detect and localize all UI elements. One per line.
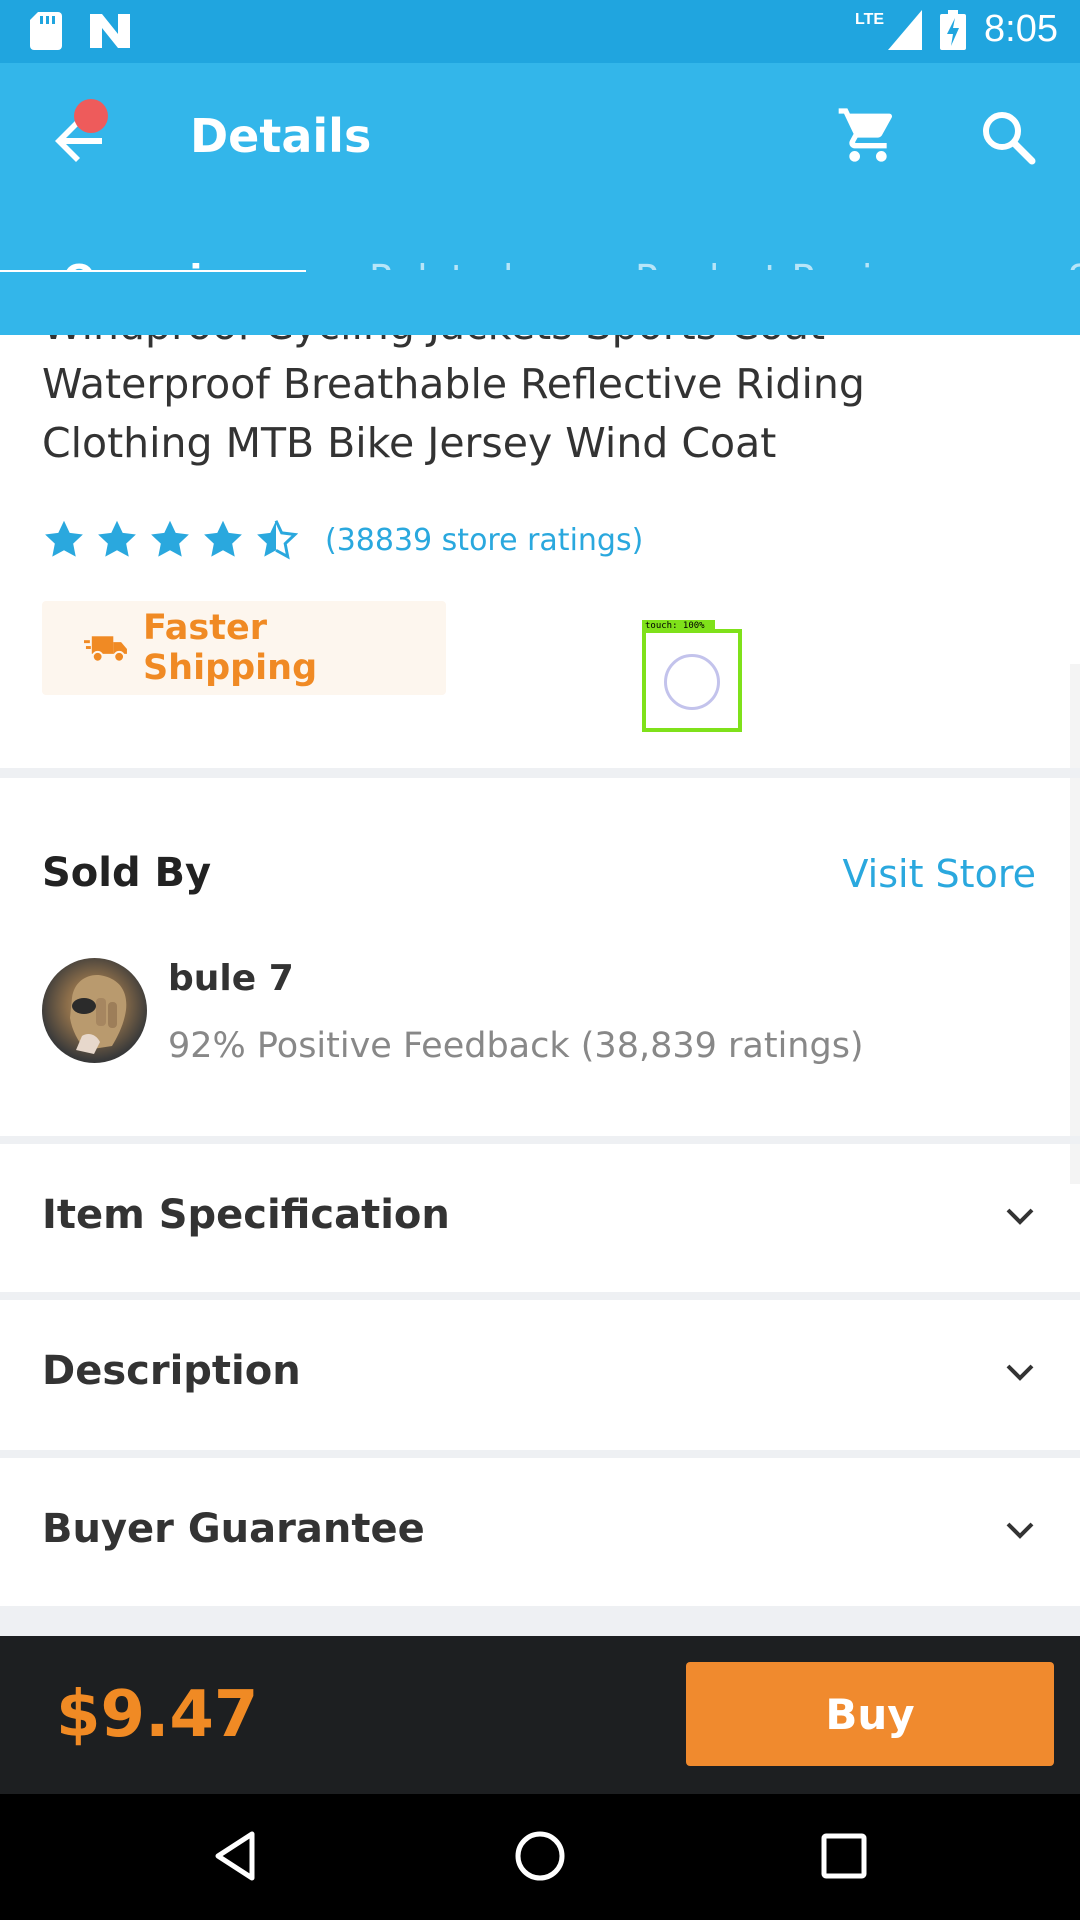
chevron-down-icon: [1006, 1364, 1034, 1381]
product-title: Windproof Cycling Jackets Sports Coat Wa…: [42, 301, 865, 467]
ratings-count[interactable]: (38839 store ratings): [325, 523, 643, 558]
seller-avatar[interactable]: [42, 958, 147, 1063]
rating-row[interactable]: (38839 store ratings): [42, 514, 643, 566]
glove-image: [70, 974, 127, 1054]
signal-icon: [888, 9, 923, 50]
divider: [0, 1136, 1080, 1144]
star-full-icon: [98, 520, 136, 557]
search-button[interactable]: [978, 107, 1038, 167]
seller-feedback: 92% Positive Feedback (38,839 ratings): [168, 1026, 864, 1066]
section-label: Description: [42, 1348, 301, 1394]
section-label: Buyer Guarantee: [42, 1506, 425, 1552]
shipping-label: Faster Shipping: [142, 608, 318, 688]
visit-store-link[interactable]: Visit Store: [843, 852, 1037, 896]
battery-charging-icon: [940, 9, 967, 50]
divider: [0, 768, 1080, 778]
chevron-down-icon: [1006, 1522, 1034, 1539]
divider: [0, 1606, 1080, 1636]
tab-product-reviews[interactable]: Product Reviews: [635, 257, 947, 301]
clock: 8:05: [984, 8, 1058, 50]
section-label: Item Specification: [42, 1192, 450, 1238]
buy-button[interactable]: Buy: [686, 1662, 1054, 1766]
divider: [0, 1450, 1080, 1458]
system-nav-bar: [0, 1794, 1080, 1920]
page-title: Details: [190, 109, 372, 163]
truck-icon: [84, 636, 127, 663]
sold-by-heading: Sold By: [42, 850, 212, 896]
star-full-icon: [151, 520, 189, 557]
n-logo-icon: [90, 14, 130, 48]
status-bar: LTE 8:05: [0, 0, 1080, 63]
cart-icon: [838, 108, 893, 162]
divider: [0, 1292, 1080, 1300]
touch-indicator-circle: [664, 654, 720, 710]
star-full-icon: [204, 520, 242, 557]
star-full-icon: [45, 520, 83, 557]
nav-recents-icon[interactable]: [814, 1826, 874, 1886]
sd-card-icon: [30, 12, 62, 50]
tab-more[interactable]: S: [1068, 257, 1080, 301]
section-description[interactable]: Description: [0, 1300, 1080, 1448]
nav-back-icon[interactable]: [208, 1826, 268, 1886]
nav-home-icon[interactable]: [510, 1826, 570, 1886]
search-icon: [983, 112, 1036, 165]
star-half-icon: [257, 520, 298, 560]
tab-overview[interactable]: Overview: [63, 257, 263, 301]
section-buyer-guarantee[interactable]: Buyer Guarantee: [0, 1458, 1080, 1606]
chevron-down-icon: [1006, 1208, 1034, 1225]
tab-related[interactable]: Related: [369, 257, 513, 301]
network-type: LTE: [855, 10, 885, 28]
scrollbar[interactable]: [1070, 664, 1080, 1184]
buy-bar: $9.47 Buy: [0, 1636, 1080, 1794]
section-item-specification[interactable]: Item Specification: [0, 1144, 1080, 1292]
cart-button[interactable]: [836, 103, 900, 167]
notification-dot: [74, 99, 108, 133]
seller-name[interactable]: bule 7: [168, 958, 294, 999]
shipping-badge[interactable]: Faster Shipping: [42, 601, 446, 695]
app-bar: Details Overview Related Product Reviews…: [0, 63, 1080, 335]
price: $9.47: [56, 1678, 259, 1752]
